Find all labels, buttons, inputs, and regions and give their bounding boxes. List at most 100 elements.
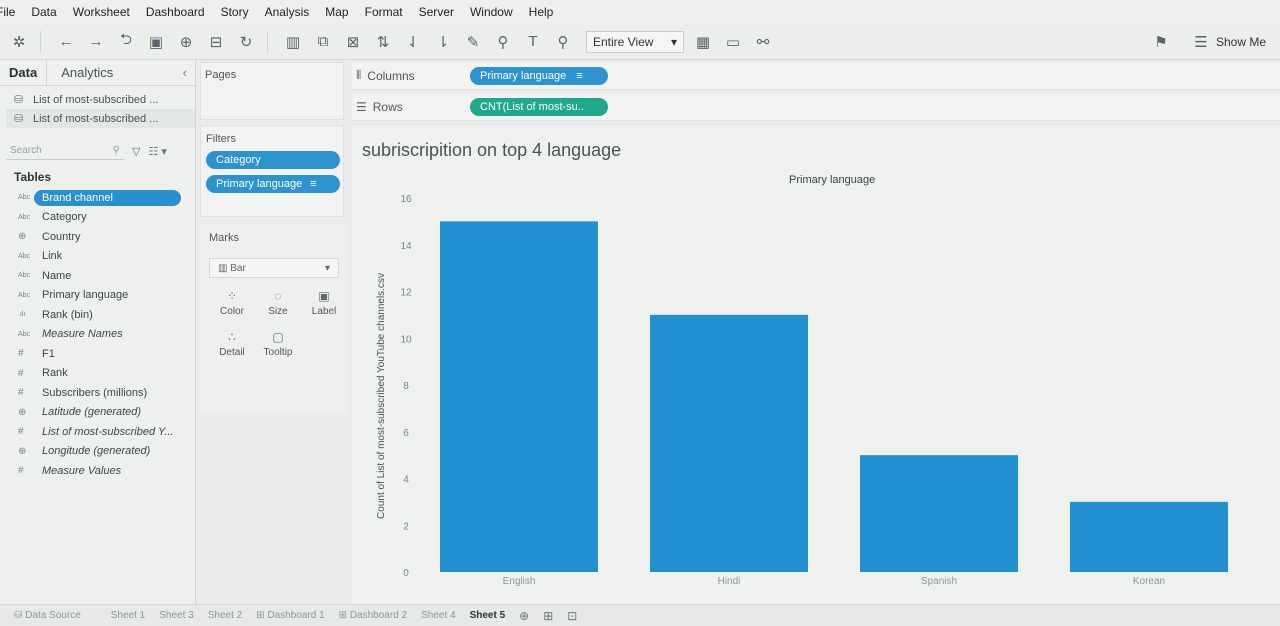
new-story-icon[interactable]: ⊡ <box>567 609 577 623</box>
label-button[interactable]: ▣ Label <box>301 286 347 317</box>
pin-icon[interactable]: ⚲ <box>552 31 574 53</box>
duplicate-sheet-icon[interactable]: ⧉ <box>312 31 334 53</box>
sort-descending-icon[interactable]: ⇂ <box>432 31 454 53</box>
field-label: Measure Values <box>42 464 122 477</box>
fit-dropdown[interactable]: Entire View ▾ <box>586 30 684 53</box>
new-worksheet-icon[interactable]: ▥ <box>282 31 304 53</box>
menu-data[interactable]: Data <box>31 5 56 19</box>
bar-chart-icon: ▥ <box>218 262 228 274</box>
rows-icon: ☰ <box>356 99 367 114</box>
tab-sheet-2[interactable]: Sheet 2 <box>208 610 242 621</box>
replay-icon[interactable]: ⮌ <box>115 31 137 53</box>
show-me-button[interactable]: ⚑ ☰ Show Me <box>1150 31 1266 53</box>
field-item[interactable]: Abc Brand channel <box>0 188 195 208</box>
show-labels-icon[interactable]: T <box>522 31 544 53</box>
pause-updates-icon[interactable]: ⊟ <box>205 31 227 53</box>
refresh-icon[interactable]: ↻ <box>235 31 257 53</box>
show-me-label: Show Me <box>1215 35 1266 49</box>
menu-story[interactable]: Story <box>221 5 249 19</box>
filter-pill-category[interactable]: Category <box>206 151 340 169</box>
new-datasource-icon[interactable]: ⊕ <box>175 31 197 53</box>
field-label: Country <box>42 230 81 243</box>
field-item[interactable]: ⊕ Country <box>0 227 195 247</box>
swap-icon[interactable]: ⇅ <box>372 31 394 53</box>
size-icon: ◌ <box>274 289 282 303</box>
collapse-icon[interactable]: ‹ <box>183 65 187 80</box>
new-dashboard-icon[interactable]: ⊞ <box>543 609 553 623</box>
sort-ascending-icon[interactable]: ⇃ <box>402 31 424 53</box>
menu-analysis[interactable]: Analysis <box>265 5 310 19</box>
tab-sheet-5[interactable]: Sheet 5 <box>470 610 506 621</box>
clear-sheet-icon[interactable]: ⊠ <box>342 31 364 53</box>
data-source-item-active[interactable]: ⛁ List of most-subscribed ... <box>6 109 195 128</box>
field-item[interactable]: Abc Link <box>0 247 195 267</box>
field-item[interactable]: # Rank <box>0 364 195 384</box>
tab-sheet-4[interactable]: Sheet 4 <box>421 610 455 621</box>
menu-map[interactable]: Map <box>325 5 348 19</box>
save-icon[interactable]: ▣ <box>145 31 167 53</box>
search-input[interactable]: Search ⚲ <box>6 142 124 160</box>
menu-help[interactable]: Help <box>529 5 554 19</box>
tab-dashboard-1[interactable]: ⊞ Dashboard 1 <box>256 610 324 621</box>
bar-english[interactable] <box>440 221 598 572</box>
bar-spanish[interactable] <box>860 455 1018 572</box>
data-pane: Data Analytics ‹ ⛁ List of most-subscrib… <box>0 59 196 604</box>
tab-data-source[interactable]: ⛁ Data Source <box>14 610 81 621</box>
field-item[interactable]: # Subscribers (millions) <box>0 383 195 403</box>
paint-roller-icon[interactable]: ⚑ <box>1150 31 1172 53</box>
filters-shelf[interactable]: Filters Category Primary language ≡ <box>200 125 344 217</box>
menu-dashboard[interactable]: Dashboard <box>146 5 205 19</box>
menu-server[interactable]: Server <box>419 5 454 19</box>
field-item[interactable]: Abc Primary language <box>0 286 195 306</box>
field-item[interactable]: # Measure Values <box>0 461 195 481</box>
rows-pill[interactable]: CNT(List of most-su.. <box>470 97 608 116</box>
filter-icon[interactable]: ▽ <box>132 145 140 158</box>
menu-worksheet[interactable]: Worksheet <box>73 5 130 19</box>
color-button[interactable]: ⁘ Color <box>209 286 255 317</box>
tab-sheet-3[interactable]: Sheet 3 <box>159 610 193 621</box>
data-source-item[interactable]: ⛁ List of most-subscribed ... <box>14 90 195 109</box>
field-item[interactable]: ⊕ Latitude (generated) <box>0 403 195 423</box>
field-list: Abc Brand channel Abc Category ⊕ Country Abc Li… <box>0 188 195 481</box>
field-item[interactable]: # F1 <box>0 344 195 364</box>
detail-icon: ∴ <box>228 330 236 344</box>
highlight-icon[interactable]: ✎ <box>462 31 484 53</box>
tooltip-button[interactable]: ▢ Tooltip <box>255 327 301 358</box>
redo-icon[interactable]: → <box>85 31 107 53</box>
tableau-logo-icon[interactable]: ✲ <box>8 31 30 53</box>
view-options-icon[interactable]: ☷ ▾ <box>148 145 166 158</box>
field-item[interactable]: .ılı Rank (bin) <box>0 305 195 325</box>
pages-shelf[interactable]: Pages <box>200 62 344 120</box>
show-cards-icon[interactable]: ▦ <box>692 31 714 53</box>
menu-format[interactable]: Format <box>365 5 403 19</box>
menu-file[interactable]: File <box>0 5 15 19</box>
menu-window[interactable]: Window <box>470 5 513 19</box>
rows-shelf[interactable]: ☰ Rows CNT(List of most-su.. <box>352 93 1280 121</box>
field-item[interactable]: Abc Measure Names <box>0 325 195 345</box>
field-item[interactable]: # List of most-subscribed Y... <box>0 422 195 442</box>
presentation-icon[interactable]: ▭ <box>722 31 744 53</box>
columns-pill[interactable]: Primary language ≡ <box>470 66 608 85</box>
tab-analytics[interactable]: Analytics <box>46 59 127 86</box>
tab-data[interactable]: Data <box>0 65 46 80</box>
tab-dashboard-2[interactable]: ⊞ Dashboard 2 <box>339 610 407 621</box>
filter-pill-primary-language[interactable]: Primary language ≡ <box>206 175 340 193</box>
mark-type-dropdown[interactable]: ▥ Bar ▾ <box>209 258 339 278</box>
field-item[interactable]: ⊕ Longitude (generated) <box>0 442 195 462</box>
share-icon[interactable]: ⚯ <box>752 31 774 53</box>
marks-buttons: ⁘ Color ◌ Size ▣ Label ∴ Detail ▢ Toolti… <box>209 286 339 358</box>
bar-korean[interactable] <box>1070 501 1228 572</box>
group-icon[interactable]: ⚲ <box>492 31 514 53</box>
bar-hindi[interactable] <box>650 314 808 572</box>
field-item[interactable]: Abc Name <box>0 266 195 286</box>
field-type-icon: Abc <box>18 330 31 338</box>
field-item[interactable]: Abc Category <box>0 208 195 228</box>
new-worksheet-icon[interactable]: ⊕ <box>519 609 529 623</box>
columns-shelf[interactable]: ⦀ Columns Primary language ≡ <box>352 62 1280 90</box>
tab-sheet-1[interactable]: Sheet 1 <box>111 610 145 621</box>
undo-icon[interactable]: ← <box>55 31 77 53</box>
size-button[interactable]: ◌ Size <box>255 286 301 317</box>
detail-button[interactable]: ∴ Detail <box>209 327 255 358</box>
chevron-down-icon: ▾ <box>324 262 330 274</box>
sort-icon: ≡ <box>576 69 583 82</box>
